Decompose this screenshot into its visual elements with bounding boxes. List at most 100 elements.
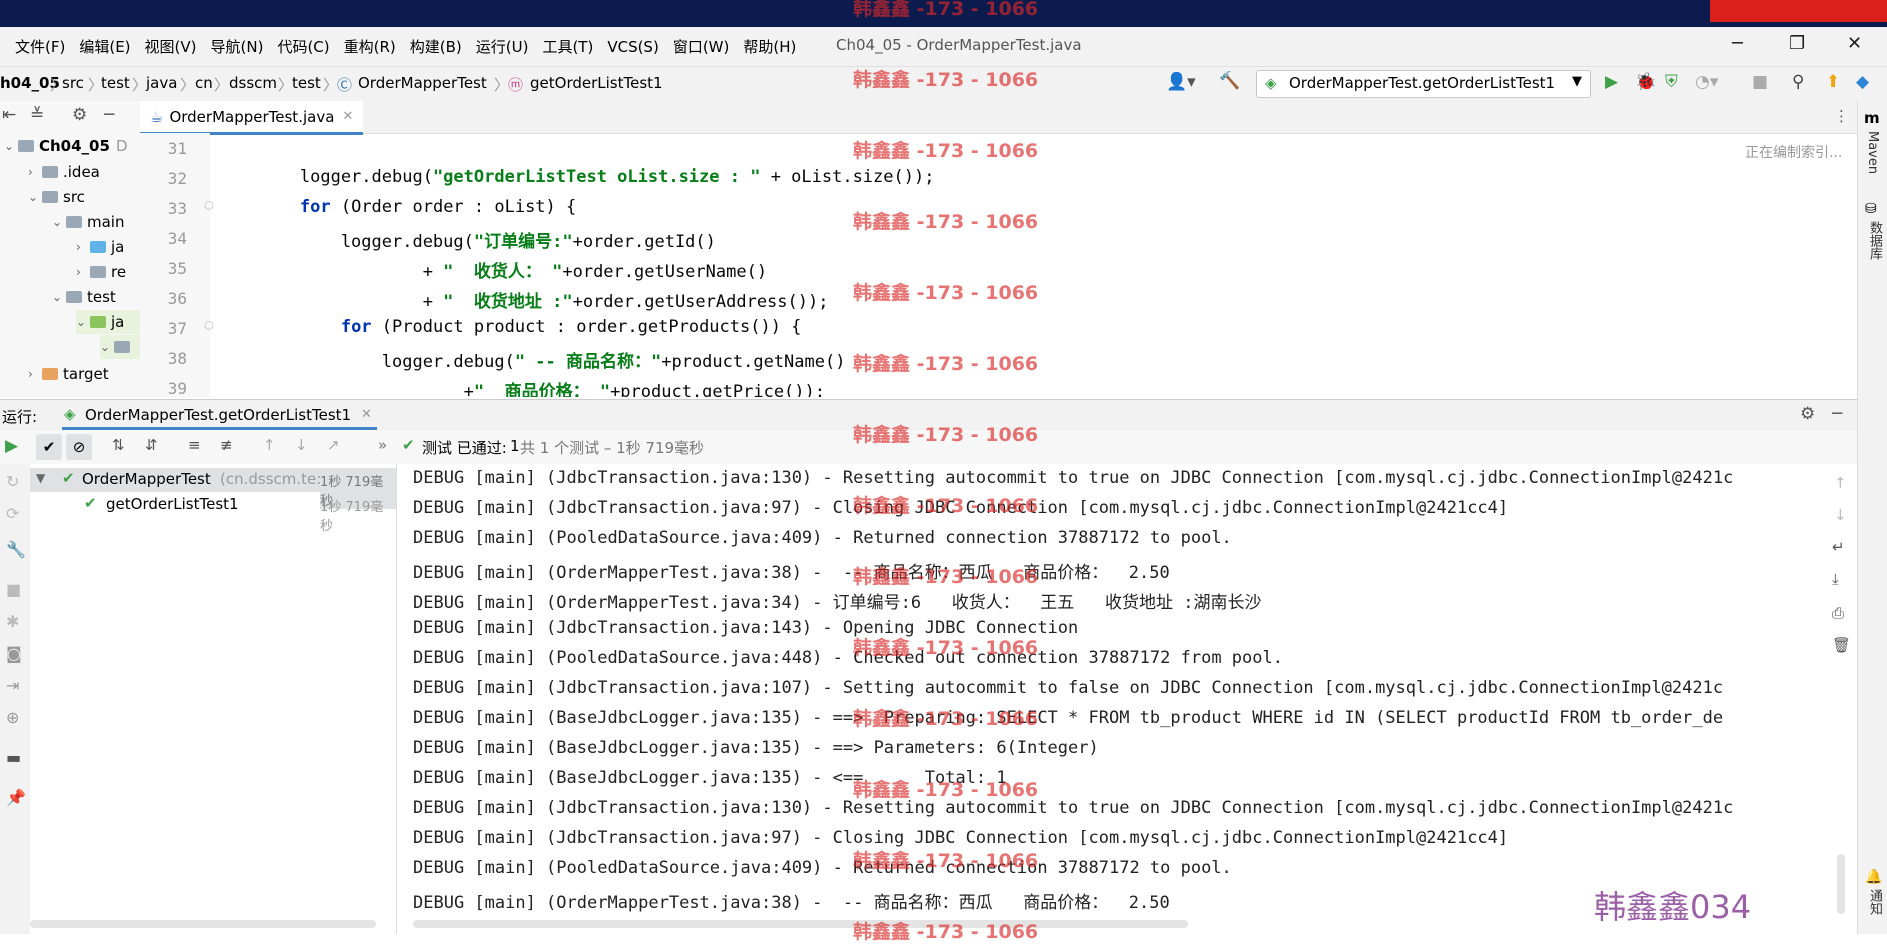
test-class-label[interactable]: OrderMapperTest xyxy=(82,470,211,488)
chevron-down-icon[interactable]: ⌄ xyxy=(28,190,42,204)
console-output[interactable]: DEBUG [main] (JdbcTransaction.java:130) … xyxy=(397,464,1827,934)
gear-icon[interactable]: ⚙ xyxy=(72,105,87,125)
sort-duration-icon[interactable]: ⇵ xyxy=(145,436,158,454)
breadcrumb-dsscm[interactable]: dsscm xyxy=(229,74,277,92)
project-tree-item[interactable]: ⌄ main xyxy=(52,210,124,234)
more-icon[interactable]: ⋮ xyxy=(1834,107,1849,125)
rerun-failed-icon[interactable]: ↻ xyxy=(6,472,19,491)
stop-icon[interactable]: ■ xyxy=(1752,72,1768,92)
update-icon[interactable]: ⬆ xyxy=(1826,72,1840,92)
maven-icon[interactable]: m xyxy=(1864,109,1880,127)
bell-icon[interactable]: 🔔 xyxy=(1865,869,1882,885)
run-config-select[interactable]: ◈ OrderMapperTest.getOrderListTest1 ▼ xyxy=(1256,70,1591,98)
profile-icon[interactable]: ◔▾ xyxy=(1695,72,1718,92)
pin-icon[interactable]: 📌 xyxy=(6,788,26,807)
project-tree-item[interactable]: › ja xyxy=(76,235,124,259)
gear-icon[interactable]: ⚙ xyxy=(1800,404,1815,424)
chevron-down-icon[interactable]: ⌄ xyxy=(52,215,66,229)
up-arrow-icon[interactable]: ↑ xyxy=(1834,474,1847,492)
more-chevron-icon[interactable]: » xyxy=(378,436,387,454)
stop-icon[interactable]: ■ xyxy=(6,580,21,599)
trash-icon[interactable]: 🗑 xyxy=(1832,636,1851,654)
chevron-down-icon[interactable]: ⌄ xyxy=(76,315,90,329)
project-tree-item[interactable]: › re xyxy=(76,260,126,284)
hide-panel-icon[interactable]: ─ xyxy=(1832,404,1842,424)
maven-tab[interactable]: Maven xyxy=(1865,131,1880,174)
menu-code[interactable]: 代码(C) xyxy=(270,36,336,57)
chevron-right-icon[interactable]: › xyxy=(28,165,42,179)
menu-edit[interactable]: 编辑(E) xyxy=(72,36,137,57)
menu-view[interactable]: 视图(V) xyxy=(138,36,204,57)
project-tree-item[interactable]: ⌄ ja xyxy=(76,310,140,334)
down-arrow-icon[interactable]: ↓ xyxy=(1834,506,1847,524)
vertical-scrollbar[interactable] xyxy=(1837,854,1845,914)
plugin-icon[interactable]: ◆ xyxy=(1856,72,1869,92)
project-tree-item[interactable]: › target xyxy=(28,362,109,386)
show-ignored-icon[interactable]: ⊘ xyxy=(66,434,92,460)
tab-ordermappertest[interactable]: ☕ OrderMapperTest.java ✕ xyxy=(140,101,364,135)
horizontal-scrollbar[interactable] xyxy=(30,920,376,928)
top-red-button[interactable] xyxy=(1710,0,1887,22)
chevron-down-icon[interactable]: ⌄ xyxy=(52,290,66,304)
soft-wrap-icon[interactable]: ↵ xyxy=(1832,538,1845,556)
menu-help[interactable]: 帮助(H) xyxy=(736,36,803,57)
coverage-icon[interactable]: ⊕ xyxy=(6,708,19,727)
menu-run[interactable]: 运行(U) xyxy=(469,36,536,57)
breadcrumb-cn[interactable]: cn xyxy=(195,74,213,92)
chevron-down-icon[interactable]: ⌄ xyxy=(4,139,18,153)
minimize-icon[interactable]: ─ xyxy=(1732,33,1743,54)
database-tab[interactable]: 数据库 xyxy=(1865,221,1884,260)
database-icon[interactable]: ⛁ xyxy=(1865,201,1877,217)
menu-tools[interactable]: 工具(T) xyxy=(535,36,600,57)
menu-window[interactable]: 窗口(W) xyxy=(666,36,737,57)
search-icon[interactable]: ⚲ xyxy=(1792,72,1804,92)
close-run-tab-icon[interactable]: ✕ xyxy=(361,407,372,422)
restore-icon[interactable]: ❐ xyxy=(1789,33,1805,54)
breadcrumb-src[interactable]: src xyxy=(62,74,84,92)
export-icon[interactable]: ↗ xyxy=(327,436,340,454)
rerun-icon[interactable]: ▶ xyxy=(5,436,18,456)
expand-icon[interactable]: ≚ xyxy=(30,105,44,125)
chevron-down-icon[interactable]: ⌄ xyxy=(100,340,114,354)
login-icon[interactable]: ⇥ xyxy=(6,676,19,695)
menu-refactor[interactable]: 重构(R) xyxy=(337,36,403,57)
print-icon[interactable]: ⎙ xyxy=(1832,604,1844,622)
breadcrumb-method[interactable]: getOrderListTest1 xyxy=(530,74,663,92)
menu-build[interactable]: 构建(B) xyxy=(403,36,469,57)
project-tree-item[interactable]: › .idea xyxy=(28,160,100,184)
debug-icon[interactable]: ✱ xyxy=(6,612,19,631)
project-tree-item[interactable]: ⌄ xyxy=(100,335,140,359)
toggle-autotest-icon[interactable]: ⟳ xyxy=(6,504,19,523)
expand-all-icon[interactable]: ≡ xyxy=(188,436,201,454)
prev-failed-icon[interactable]: ↑ xyxy=(263,436,276,454)
chevron-right-icon[interactable]: › xyxy=(76,265,90,279)
menu-vcs[interactable]: VCS(S) xyxy=(600,38,665,56)
wrench-icon[interactable]: 🔧 xyxy=(6,540,26,559)
coverage-icon[interactable]: ⛨ xyxy=(1665,72,1678,92)
build-hammer-icon[interactable]: 🔨 xyxy=(1219,71,1240,91)
collapse-all-icon[interactable]: ≢ xyxy=(220,436,233,454)
test-method-label[interactable]: getOrderListTest1 xyxy=(106,495,239,513)
sort-alpha-icon[interactable]: ⇅ xyxy=(112,436,125,454)
close-tab-icon[interactable]: ✕ xyxy=(342,109,353,124)
collapse-all-icon[interactable]: ⇤ xyxy=(2,105,16,125)
debug-icon[interactable]: 🐞 xyxy=(1635,72,1656,92)
layout-icon[interactable]: ▬ xyxy=(6,748,21,767)
scroll-to-end-icon[interactable]: ⤓ xyxy=(1832,570,1839,588)
project-tree-item[interactable]: ⌄ Ch04_05 D xyxy=(4,134,128,158)
project-tree-item[interactable]: ⌄ src xyxy=(28,185,85,209)
hide-icon[interactable]: ─ xyxy=(104,105,114,125)
console-horizontal-scrollbar[interactable] xyxy=(413,920,1188,928)
menu-navigate[interactable]: 导航(N) xyxy=(204,36,271,57)
project-tree-item[interactable]: ⌄ test xyxy=(52,285,116,309)
run-icon[interactable]: ▶ xyxy=(1605,72,1618,92)
menu-file[interactable]: 文件(F) xyxy=(8,36,72,57)
breadcrumb-class[interactable]: OrderMapperTest xyxy=(358,74,487,92)
show-passed-icon[interactable]: ✔ xyxy=(36,434,62,460)
chevron-right-icon[interactable]: › xyxy=(28,367,42,381)
breadcrumb-test-pkg[interactable]: test xyxy=(292,74,321,92)
close-icon[interactable]: ✕ xyxy=(1847,33,1862,54)
camera-icon[interactable]: ◙ xyxy=(6,644,22,663)
run-tab-label[interactable]: OrderMapperTest.getOrderListTest1 xyxy=(85,406,351,424)
notifications-tab[interactable]: 通知 xyxy=(1865,889,1884,915)
